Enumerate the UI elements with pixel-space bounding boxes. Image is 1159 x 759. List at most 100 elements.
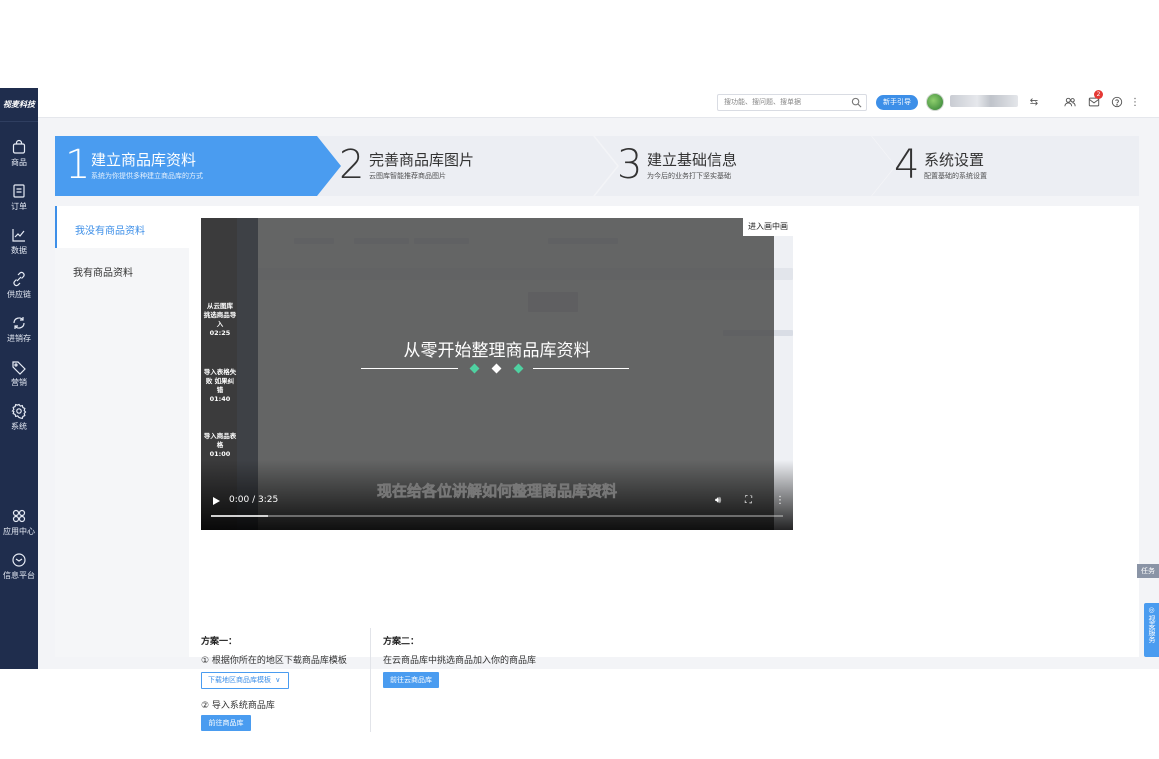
chapter-label[interactable]: 从云图库 挑选商品导入 02:25 xyxy=(203,302,237,338)
option-tabs: 我没有商品资料 我有商品资料 xyxy=(55,206,189,657)
tab-no-goods-data[interactable]: 我没有商品资料 xyxy=(55,206,189,248)
help-icon[interactable] xyxy=(1109,94,1125,110)
video-center-title: 从零开始整理商品库资料 xyxy=(201,336,793,361)
switch-icon[interactable]: ⇆ xyxy=(1026,94,1042,110)
chapter-text: 从云图库 挑选商品导入 xyxy=(203,302,237,329)
more-vertical-icon[interactable]: ⋮ xyxy=(1127,94,1143,110)
plan2-title: 方案二： xyxy=(383,634,419,647)
chapter-time: 01:00 xyxy=(203,450,237,459)
top-header: 搜功能、搜问题、搜单据 新手引导 ⇆ 2 ⋮ xyxy=(38,88,1159,118)
user-name-blurred[interactable] xyxy=(950,95,1018,107)
sidebar-item-apps[interactable]: 应用中心 xyxy=(0,501,38,543)
plan1-step2: ② 导入系统商品库 xyxy=(201,698,275,711)
sidebar-item-label: 信息平台 xyxy=(3,570,35,581)
avatar[interactable] xyxy=(926,93,944,111)
message-icon[interactable]: 2 xyxy=(1086,94,1102,110)
sidebar-item-label: 系统 xyxy=(11,421,27,432)
chapter-time: 01:40 xyxy=(203,395,237,404)
sidebar-item-orders[interactable]: 订单 xyxy=(0,176,38,218)
pip-button[interactable]: 进入画中画 xyxy=(743,218,793,236)
video-buffered xyxy=(211,515,268,517)
plan-divider xyxy=(370,628,371,732)
guide-button[interactable]: 新手引导 xyxy=(876,95,918,110)
tutorial-video[interactable]: 从云图库 挑选商品导入 02:25 导入表格失败 如果纠错 01:40 导入商品… xyxy=(201,218,793,530)
chevron-down-icon: ∨ xyxy=(275,676,280,684)
sidebar-item-label: 订单 xyxy=(11,201,27,212)
divider-line xyxy=(533,368,629,369)
download-template-label: 下载地区商品库模板 xyxy=(208,676,271,684)
step-4[interactable]: 4 系统设置 配置基础的系统设置 xyxy=(872,136,1139,196)
step-number: 3 xyxy=(617,142,642,188)
sidebar-item-label: 营销 xyxy=(11,377,27,388)
service-icon: ◎ xyxy=(1144,606,1159,615)
step-title: 建立商品库资料 xyxy=(91,149,196,170)
task-button[interactable]: 任务 xyxy=(1137,564,1159,578)
service-button[interactable]: ◎ 视麦服务 xyxy=(1144,603,1159,657)
step-subtitle: 配置基础的系统设置 xyxy=(924,171,987,181)
plan1-step1: ① 根据你所在的地区下载商品库模板 xyxy=(201,653,347,666)
step-number: 4 xyxy=(894,142,919,188)
chart-icon xyxy=(11,227,27,243)
sidebar-item-label: 数据 xyxy=(11,245,27,256)
search-placeholder: 搜功能、搜问题、搜单据 xyxy=(724,98,801,106)
search-input[interactable]: 搜功能、搜问题、搜单据 xyxy=(717,94,867,111)
contacts-icon[interactable] xyxy=(1062,94,1078,110)
link-icon xyxy=(11,271,27,287)
sidebar-item-goods[interactable]: 商品 xyxy=(0,132,38,174)
sidebar-item-data[interactable]: 数据 xyxy=(0,220,38,262)
cube-icon xyxy=(11,552,27,568)
divider-line xyxy=(361,368,458,369)
sidebar-item-label: 供应链 xyxy=(7,289,31,300)
sidebar-item-marketing[interactable]: 营销 xyxy=(0,352,38,394)
app-root: 视麦科技 商品 订单 数据 供应链 进销存 营销 系统 xyxy=(0,88,1159,669)
sidebar-item-label: 应用中心 xyxy=(3,526,35,537)
more-vertical-icon[interactable]: ⋮ xyxy=(775,495,785,506)
bag-icon xyxy=(11,139,27,155)
goto-cloud-library-button[interactable]: 前往云商品库 xyxy=(383,672,439,688)
document-icon xyxy=(11,183,27,199)
chapter-text: 导入表格失败 如果纠错 xyxy=(203,368,237,395)
volume-icon[interactable]: 🔊︎ xyxy=(715,495,721,506)
apps-icon xyxy=(11,508,27,524)
logo: 视麦科技 xyxy=(0,88,38,122)
step-progress: 1 建立商品库资料 系统为你提供多种建立商品库的方式 2 完善商品库图片 云图库… xyxy=(55,136,1139,196)
main-content: 我没有商品资料 我有商品资料 从云图库 挑选商品导入 02:25 导 xyxy=(55,206,1139,657)
fullscreen-icon[interactable]: ⛶ xyxy=(745,495,752,506)
chapter-text: 导入商品表格 xyxy=(203,432,237,450)
tag-icon xyxy=(11,359,27,375)
step-subtitle: 系统为你提供多种建立商品库的方式 xyxy=(91,171,203,181)
plan2-text: 在云商品库中挑选商品加入你的商品库 xyxy=(383,653,536,666)
step-title: 系统设置 xyxy=(924,149,984,170)
chapter-label[interactable]: 导入表格失败 如果纠错 01:40 xyxy=(203,368,237,404)
sidebar: 视麦科技 商品 订单 数据 供应链 进销存 营销 系统 xyxy=(0,88,38,669)
step-3[interactable]: 3 建立基础信息 为今后的业务打下坚实基础 xyxy=(595,136,895,196)
sidebar-item-label: 商品 xyxy=(11,157,27,168)
service-label: 视麦服务 xyxy=(1147,615,1156,643)
sidebar-item-info[interactable]: 信息平台 xyxy=(0,545,38,587)
cycle-icon xyxy=(11,315,27,331)
step-1[interactable]: 1 建立商品库资料 系统为你提供多种建立商品库的方式 xyxy=(55,136,355,196)
step-title: 完善商品库图片 xyxy=(369,149,474,170)
video-progress-bar[interactable] xyxy=(211,515,783,517)
search-icon[interactable] xyxy=(851,97,862,108)
step-2[interactable]: 2 完善商品库图片 云图库智能推荐商品图片 xyxy=(317,136,617,196)
step-subtitle: 为今后的业务打下坚实基础 xyxy=(647,171,731,181)
tab-has-goods-data[interactable]: 我有商品资料 xyxy=(55,248,189,290)
sidebar-item-label: 进销存 xyxy=(7,333,31,344)
step-title: 建立基础信息 xyxy=(647,149,737,170)
video-subtitle: 现在给各位讲解如何整理商品库资料 xyxy=(201,480,793,501)
gear-icon xyxy=(11,403,27,419)
step-number: 1 xyxy=(65,142,90,188)
step-subtitle: 云图库智能推荐商品图片 xyxy=(369,171,446,181)
sidebar-item-system[interactable]: 系统 xyxy=(0,396,38,438)
play-icon[interactable] xyxy=(213,497,220,505)
chapter-label[interactable]: 导入商品表格 01:00 xyxy=(203,432,237,459)
plan1-title: 方案一： xyxy=(201,634,237,647)
notification-badge: 2 xyxy=(1094,90,1103,99)
step-number: 2 xyxy=(339,142,364,188)
download-template-button[interactable]: 下载地区商品库模板 ∨ xyxy=(201,672,289,689)
sidebar-item-inventory[interactable]: 进销存 xyxy=(0,308,38,350)
video-time: 0:00 / 3:25 xyxy=(229,495,278,505)
sidebar-item-supply[interactable]: 供应链 xyxy=(0,264,38,306)
goto-goods-library-button[interactable]: 前往商品库 xyxy=(201,715,251,731)
